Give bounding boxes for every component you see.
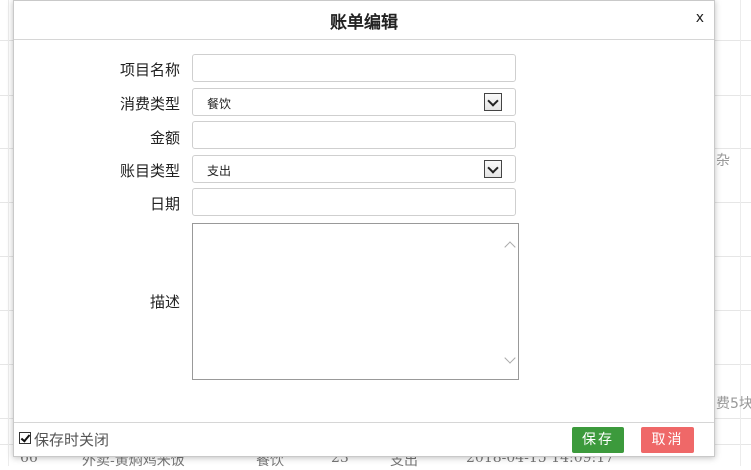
name-input[interactable] <box>192 54 516 82</box>
dialog-footer: 保存时关闭 保存 取消 <box>14 422 714 457</box>
scroll-up-icon[interactable] <box>504 238 516 250</box>
chevron-down-icon[interactable] <box>484 93 502 111</box>
desc-label: 描述 <box>149 293 180 311</box>
bg-col-divider <box>8 0 9 466</box>
bg-cell-text: 费5块 <box>716 396 751 412</box>
keep-open-label[interactable]: 保存时关闭 <box>34 429 109 450</box>
type-select[interactable]: 支出 <box>192 155 516 183</box>
bill-edit-dialog: 账单编辑 x 项目名称 消费类型 餐饮 金额 账目类型 支出 日期 描述 保存时… <box>13 0 715 457</box>
type-label: 账目类型 <box>119 162 180 180</box>
date-input[interactable] <box>192 188 516 216</box>
desc-textarea[interactable] <box>192 223 519 380</box>
bg-cell-text: 杂 <box>716 153 730 169</box>
name-label: 项目名称 <box>119 61 180 79</box>
type-selected-value: 支出 <box>207 164 232 178</box>
scroll-down-icon[interactable] <box>504 353 516 365</box>
dialog-header: 账单编辑 x <box>14 1 714 40</box>
category-label: 消费类型 <box>119 95 180 113</box>
save-button[interactable]: 保存 <box>572 427 624 453</box>
date-label: 日期 <box>149 195 180 213</box>
chevron-down-icon[interactable] <box>484 160 502 178</box>
amount-input[interactable] <box>192 121 516 149</box>
keep-open-checkbox[interactable] <box>19 432 31 444</box>
category-selected-value: 餐饮 <box>207 97 232 111</box>
amount-label: 金额 <box>149 129 180 147</box>
close-icon[interactable]: x <box>696 10 704 26</box>
dialog-title: 账单编辑 <box>330 13 398 33</box>
cancel-button[interactable]: 取消 <box>641 427 694 453</box>
category-select[interactable]: 餐饮 <box>192 88 516 116</box>
